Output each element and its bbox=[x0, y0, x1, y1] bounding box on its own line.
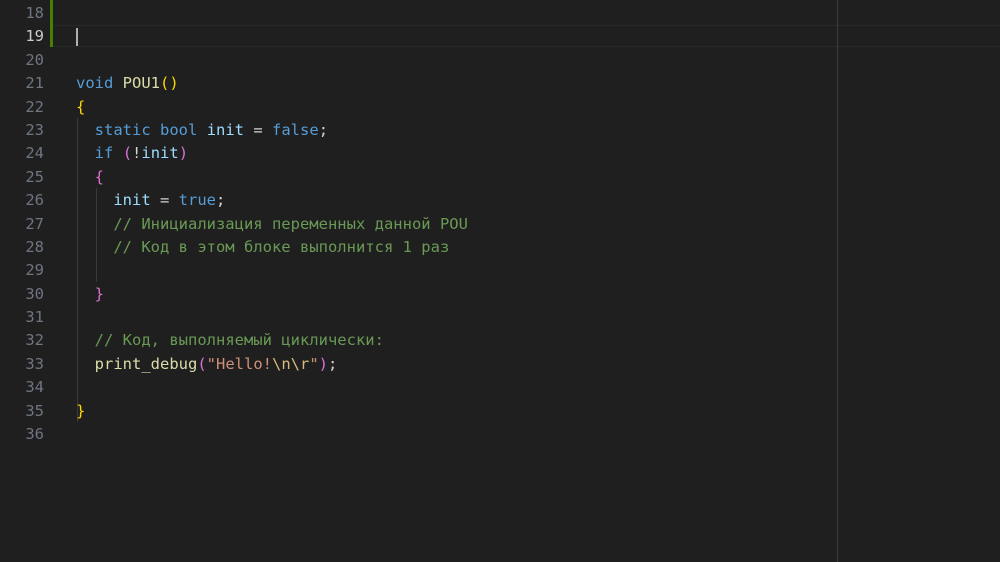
code-line[interactable]: 27 // Инициализация переменных данной PO… bbox=[0, 213, 1000, 236]
code-line[interactable]: 22 { bbox=[0, 96, 1000, 119]
line-code[interactable]: // Код, выполняемый циклически: bbox=[76, 329, 384, 352]
line-number: 25 bbox=[25, 167, 44, 186]
code-token: // Код, выполняемый циклически: bbox=[94, 331, 384, 350]
code-token: ( bbox=[197, 354, 207, 373]
line-number: 23 bbox=[25, 120, 44, 139]
text-cursor bbox=[76, 28, 78, 47]
line-number: 32 bbox=[25, 331, 44, 350]
code-token: " bbox=[309, 354, 319, 373]
line-number: 22 bbox=[25, 97, 44, 116]
code-token: = bbox=[244, 120, 273, 139]
code-line[interactable]: 34 bbox=[0, 376, 1000, 399]
code-token: static bbox=[94, 120, 151, 139]
code-token: ; bbox=[215, 191, 226, 210]
line-code[interactable]: void POU1() bbox=[76, 72, 179, 95]
line-code[interactable]: init = true; bbox=[76, 189, 225, 212]
code-line[interactable]: 36 bbox=[0, 423, 1000, 446]
code-line[interactable]: 24 if (!init) bbox=[0, 142, 1000, 165]
code-token: init bbox=[206, 120, 245, 139]
line-number: 24 bbox=[25, 144, 44, 163]
code-line[interactable]: 18 bbox=[0, 2, 1000, 25]
code-token: } bbox=[94, 284, 105, 303]
code-token: ! bbox=[132, 144, 142, 163]
code-token: bool bbox=[160, 120, 198, 139]
code-editor[interactable]: 18 19 20 21 void POU1() 22{23 static bool ini… bbox=[0, 0, 1000, 562]
line-number: 30 bbox=[25, 284, 44, 303]
code-token: } bbox=[76, 401, 86, 420]
code-token: \n\r bbox=[272, 354, 310, 373]
code-line[interactable]: 30 } bbox=[0, 283, 1000, 306]
code-token: // Код в этом блоке выполнится 1 раз bbox=[113, 237, 450, 256]
code-line[interactable]: 20 bbox=[0, 49, 1000, 72]
line-number: 31 bbox=[25, 308, 44, 327]
code-token: = bbox=[150, 191, 179, 210]
code-lines[interactable]: 18 19 20 21 void POU1() 22{23 static bool ini… bbox=[0, 2, 1000, 446]
line-number: 20 bbox=[25, 50, 44, 69]
code-line[interactable]: 23 static bool init = false; bbox=[0, 119, 1000, 142]
line-number: 35 bbox=[25, 401, 44, 420]
line-number: 36 bbox=[25, 425, 44, 444]
code-token: init bbox=[141, 144, 179, 163]
code-line[interactable]: 25 { bbox=[0, 166, 1000, 189]
code-token: true bbox=[178, 191, 216, 210]
line-code[interactable]: static bool init = false; bbox=[76, 119, 328, 142]
line-number: 29 bbox=[25, 261, 44, 280]
line-code[interactable]: } bbox=[76, 283, 104, 306]
line-code[interactable]: } bbox=[76, 400, 85, 423]
code-token: { bbox=[76, 97, 86, 116]
code-token: "Hello! bbox=[206, 354, 272, 373]
code-token: POU1 bbox=[122, 74, 160, 93]
line-code[interactable]: if (!init) bbox=[76, 142, 188, 165]
line-number: 33 bbox=[25, 354, 44, 373]
line-code[interactable]: print_debug("Hello!\n\r"); bbox=[76, 353, 338, 376]
code-line[interactable]: 21 void POU1() bbox=[0, 72, 1000, 95]
code-token: // Инициализация переменных данной POU bbox=[113, 214, 468, 233]
code-token: ) bbox=[178, 144, 189, 163]
line-code[interactable]: // Код в этом блоке выполнится 1 раз bbox=[76, 236, 449, 259]
line-number: 21 bbox=[25, 74, 44, 93]
code-line[interactable]: 28 // Код в этом блоке выполнится 1 раз bbox=[0, 236, 1000, 259]
code-line[interactable]: 33 print_debug("Hello!\n\r"); bbox=[0, 353, 1000, 376]
code-token: init bbox=[113, 191, 151, 210]
line-code[interactable]: { bbox=[76, 166, 104, 189]
code-line[interactable]: 19 bbox=[0, 25, 1000, 48]
code-token: ; bbox=[318, 120, 329, 139]
code-token: () bbox=[160, 74, 179, 93]
code-token: print_debug bbox=[94, 354, 198, 373]
code-line[interactable]: 35} bbox=[0, 400, 1000, 423]
code-line[interactable]: 26 init = true; bbox=[0, 189, 1000, 212]
code-token: ( bbox=[122, 144, 133, 163]
line-number: 26 bbox=[25, 191, 44, 210]
code-line[interactable]: 29 bbox=[0, 259, 1000, 282]
code-token: { bbox=[94, 167, 105, 186]
line-number: 18 bbox=[25, 4, 44, 22]
line-code[interactable]: { bbox=[76, 96, 85, 119]
line-number: 19 bbox=[25, 27, 44, 46]
code-token: ; bbox=[328, 354, 338, 373]
code-line[interactable]: 31 bbox=[0, 306, 1000, 329]
line-code[interactable]: // Инициализация переменных данной POU bbox=[76, 213, 468, 236]
line-number: 28 bbox=[25, 237, 44, 256]
code-token: false bbox=[272, 120, 319, 139]
code-token: void bbox=[76, 74, 114, 93]
code-token: if bbox=[94, 144, 114, 163]
code-line[interactable]: 32 // Код, выполняемый циклически: bbox=[0, 329, 1000, 352]
line-number: 27 bbox=[25, 214, 44, 233]
line-number: 34 bbox=[25, 378, 44, 397]
code-token: ) bbox=[318, 354, 329, 373]
